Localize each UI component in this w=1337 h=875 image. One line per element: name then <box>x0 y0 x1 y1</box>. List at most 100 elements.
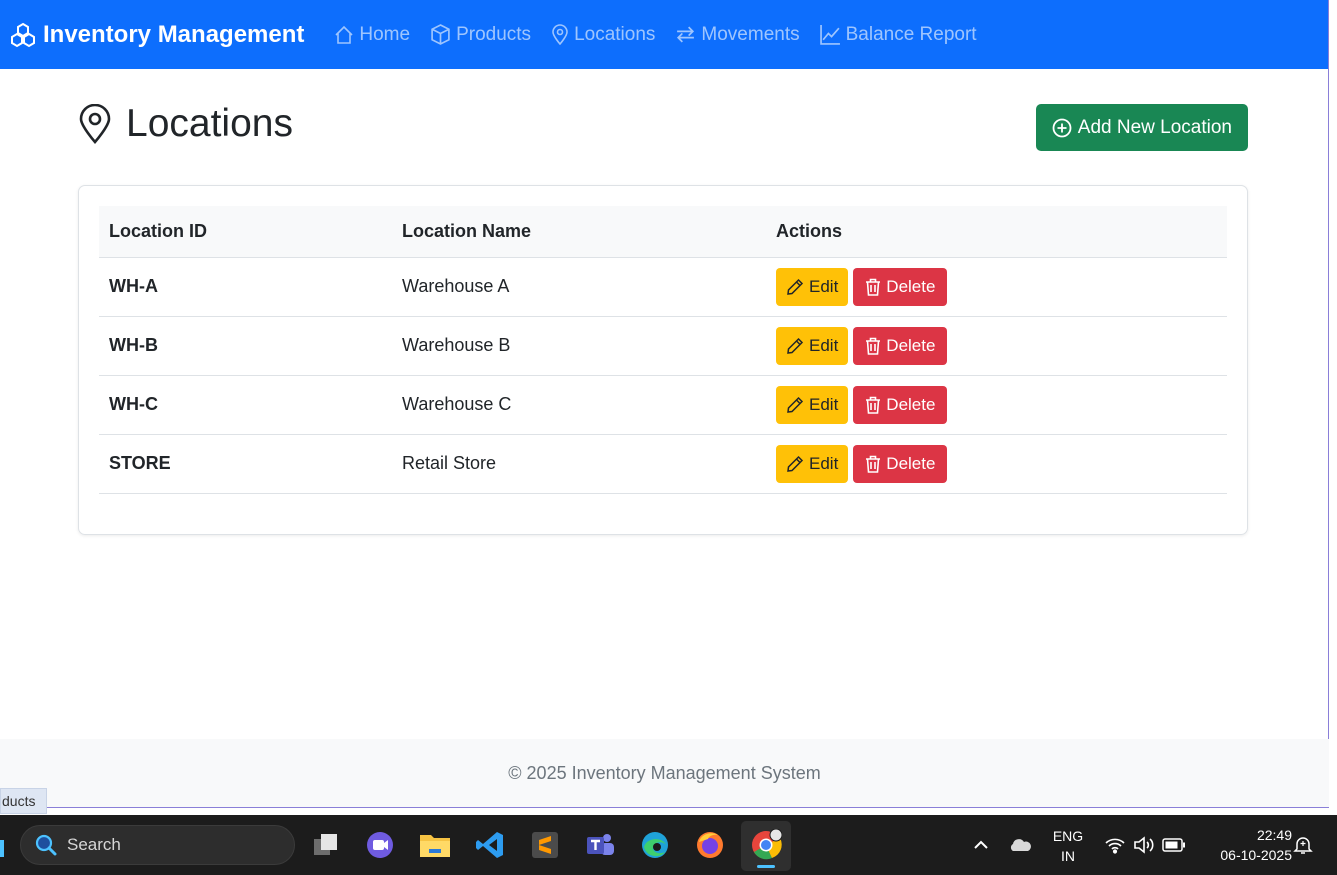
box-icon <box>431 24 450 45</box>
firefox-icon[interactable] <box>693 828 727 862</box>
edge-icon[interactable] <box>638 828 672 862</box>
brand-title: Inventory Management <box>43 20 305 48</box>
battery-icon[interactable] <box>1157 828 1191 862</box>
location-name-cell: Warehouse B <box>402 335 511 355</box>
locations-card: Location ID Location Name Actions WH-A W… <box>78 185 1248 535</box>
notification-bell-icon[interactable] <box>1286 828 1320 862</box>
start-button[interactable] <box>0 840 4 857</box>
clock-date: 06-10-2025 <box>1220 847 1292 863</box>
boxes-icon <box>11 22 35 47</box>
location-name-cell: Warehouse C <box>402 394 512 414</box>
locations-table: Location ID Location Name Actions WH-A W… <box>99 206 1227 494</box>
footer-copyright: © 2025 Inventory Management System <box>508 762 821 783</box>
delete-button[interactable]: Delete <box>853 385 948 424</box>
edit-label: Edit <box>809 394 839 414</box>
language-line2: IN <box>1061 848 1075 864</box>
language-indicator[interactable]: ENG IN <box>1048 826 1088 866</box>
location-id-cell: STORE <box>109 453 171 473</box>
viewport-right-edge <box>1328 0 1329 808</box>
nav-products-label: Products <box>456 23 532 45</box>
search-icon <box>35 834 57 856</box>
delete-button[interactable]: Delete <box>853 267 948 306</box>
header-location-name: Location Name <box>392 206 766 258</box>
search-label: Search <box>67 835 121 854</box>
top-navbar: Inventory Management Home Products Locat… <box>0 0 1329 69</box>
graph-up-icon <box>819 25 840 45</box>
nav-products[interactable]: Products <box>430 24 531 46</box>
sublime-text-icon[interactable] <box>528 828 562 862</box>
task-view-icon[interactable] <box>309 828 343 862</box>
edit-label: Edit <box>809 335 839 355</box>
location-id-cell: WH-C <box>109 394 158 414</box>
delete-button[interactable]: Delete <box>853 326 948 365</box>
house-icon <box>335 25 353 44</box>
delete-label: Delete <box>886 394 936 414</box>
edit-button[interactable]: Edit <box>776 385 849 424</box>
file-explorer-icon[interactable] <box>418 828 452 862</box>
brand-link[interactable]: Inventory Management <box>10 21 304 49</box>
trash-icon <box>866 278 881 296</box>
page-title: Locations <box>78 102 293 146</box>
arrow-left-right-icon <box>677 26 695 43</box>
edit-button[interactable]: Edit <box>776 326 849 365</box>
chevron-up-icon[interactable] <box>964 828 998 862</box>
edit-button[interactable]: Edit <box>776 444 849 483</box>
actions-cell: Edit Delete <box>766 316 1227 375</box>
pencil-icon <box>787 396 804 413</box>
actions-cell: Edit Delete <box>766 375 1227 434</box>
teams-icon[interactable] <box>583 828 617 862</box>
nav-locations[interactable]: Locations <box>551 24 655 46</box>
clock-time: 22:49 <box>1256 827 1292 843</box>
location-id-cell: WH-A <box>109 276 158 296</box>
table-row: WH-C Warehouse C Edit Delete <box>99 375 1227 434</box>
delete-button[interactable]: Delete <box>853 444 948 483</box>
taskbar-search[interactable]: Search <box>20 825 295 865</box>
geo-pin-icon <box>79 104 111 144</box>
add-new-location-button[interactable]: Add New Location <box>1035 104 1248 151</box>
nav-movements-label: Movements <box>701 23 800 45</box>
nav-locations-label: Locations <box>574 23 656 45</box>
header-actions: Actions <box>766 206 1227 258</box>
link-preview-status: ducts <box>0 788 47 814</box>
trash-icon <box>866 455 881 473</box>
pencil-icon <box>787 278 804 295</box>
location-name-cell: Warehouse A <box>402 276 510 296</box>
page-header: Locations Add New Location <box>78 100 1248 156</box>
geo-pin-icon <box>552 24 568 45</box>
edit-label: Edit <box>809 453 839 473</box>
delete-label: Delete <box>886 335 936 355</box>
nav-balance-report[interactable]: Balance Report <box>819 23 977 46</box>
actions-cell: Edit Delete <box>766 257 1227 316</box>
edit-button[interactable]: Edit <box>776 267 849 306</box>
add-new-location-label: Add New Location <box>1077 116 1232 138</box>
active-app-indicator <box>757 865 775 868</box>
chrome-icon[interactable] <box>749 828 783 862</box>
meet-chat-icon[interactable] <box>363 828 397 862</box>
clock[interactable]: 22:49 06-10-2025 <box>1196 825 1292 865</box>
viewport-bottom-edge <box>0 807 1329 808</box>
page-title-text: Locations <box>126 102 293 145</box>
trash-icon <box>866 396 881 414</box>
table-row: STORE Retail Store Edit Delete <box>99 434 1227 493</box>
delete-label: Delete <box>886 453 936 473</box>
plus-circle-icon <box>1052 118 1072 137</box>
pencil-icon <box>787 337 804 354</box>
nav-movements[interactable]: Movements <box>675 23 800 46</box>
vscode-icon[interactable] <box>473 828 507 862</box>
delete-label: Delete <box>886 276 936 296</box>
pencil-icon <box>787 455 804 472</box>
location-name-cell: Retail Store <box>402 453 497 473</box>
page-footer: © 2025 Inventory Management System <box>0 739 1329 807</box>
onedrive-cloud-icon[interactable] <box>1003 828 1037 862</box>
header-location-id: Location ID <box>99 206 392 258</box>
location-id-cell: WH-B <box>109 335 158 355</box>
language-line1: ENG <box>1052 828 1084 844</box>
trash-icon <box>866 337 881 355</box>
table-row: WH-B Warehouse B Edit Delete <box>99 316 1227 375</box>
nav-home[interactable]: Home <box>334 24 410 46</box>
actions-cell: Edit Delete <box>766 434 1227 493</box>
nav-balance-report-label: Balance Report <box>845 23 977 45</box>
volume-icon[interactable] <box>1127 828 1161 862</box>
table-header-row: Location ID Location Name Actions <box>99 206 1227 258</box>
os-taskbar: Search ENG IN 22:49 06-10-2025 <box>0 815 1337 875</box>
